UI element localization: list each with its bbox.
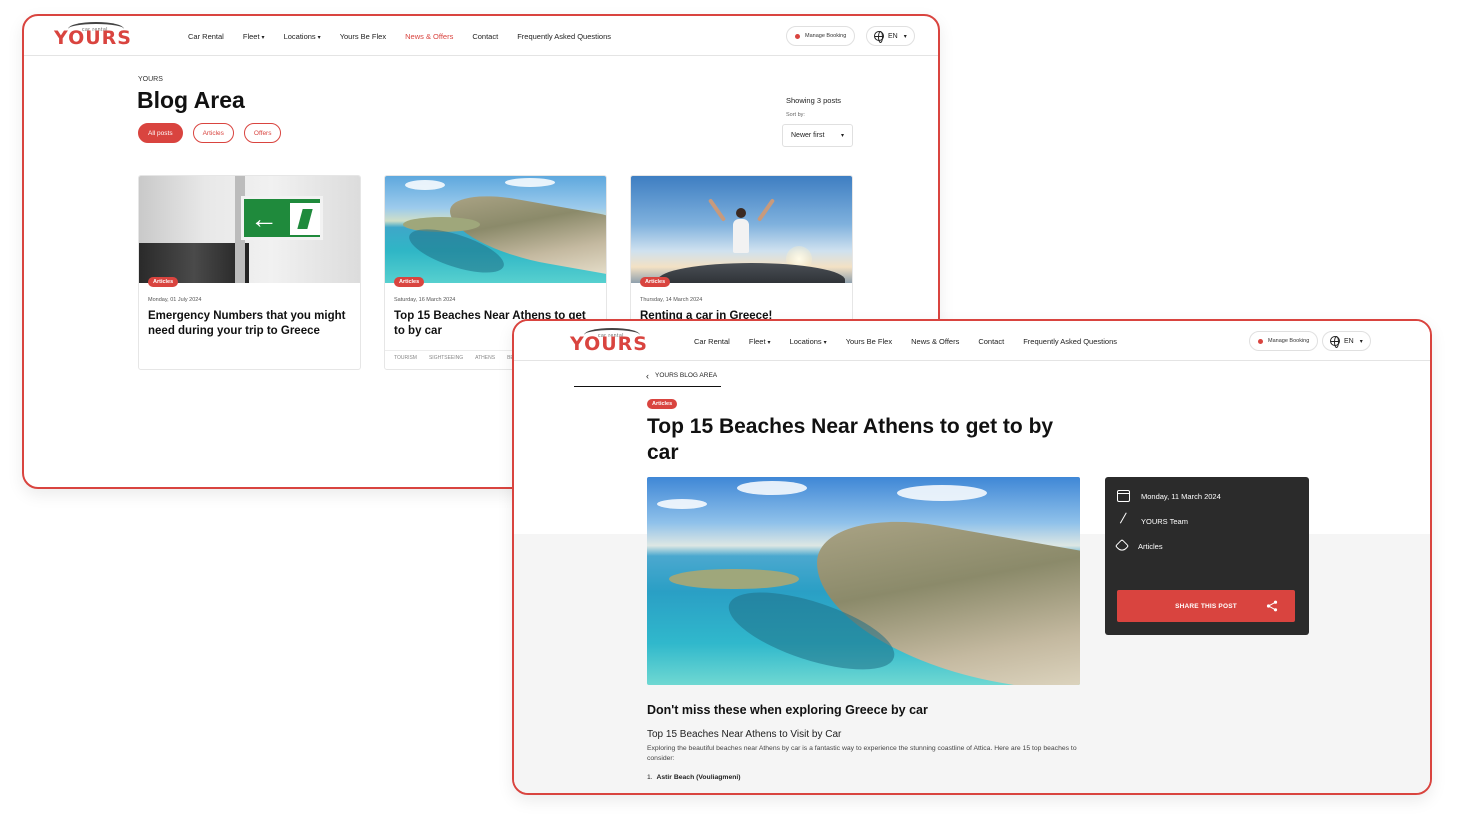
- article-hero-image: [647, 477, 1080, 685]
- card-image: [385, 176, 606, 283]
- filter-all-posts[interactable]: All posts: [138, 123, 183, 143]
- meta-category: Articles: [1114, 538, 1163, 554]
- logo-wordmark: YOURS: [570, 333, 648, 355]
- nav-contact[interactable]: Contact: [978, 337, 1004, 346]
- card-image: ←: [139, 176, 360, 283]
- category-badge: Articles: [640, 277, 671, 287]
- filter-articles[interactable]: Articles: [192, 123, 234, 143]
- meta-author: YOURS Team: [1117, 512, 1188, 530]
- nav-faq[interactable]: Frequently Asked Questions: [517, 32, 611, 41]
- manage-booking-label: Manage Booking: [1268, 338, 1310, 344]
- nav-yours-be-flex[interactable]: Yours Be Flex: [846, 337, 892, 346]
- chevron-down-icon: ▾: [261, 35, 265, 41]
- tag[interactable]: TOURISM: [394, 355, 417, 361]
- chevron-down-icon: ▾: [840, 133, 844, 139]
- globe-icon: [1330, 336, 1340, 348]
- filter-pills: All posts Articles Offers: [138, 123, 282, 143]
- stage: car rental YOURS Car Rental Fleet ▾ Locat…: [0, 0, 1469, 823]
- main-nav: Car Rental Fleet ▾ Locations ▾ Yours Be Fl…: [694, 337, 1117, 346]
- pen-icon: [1119, 512, 1138, 530]
- nav-car-rental[interactable]: Car Rental: [694, 337, 730, 346]
- manage-booking-label: Manage Booking: [805, 33, 847, 39]
- article-title: Top 15 Beaches Near Athens to get to by …: [647, 415, 1054, 464]
- exit-sign-graphic: ←: [241, 196, 323, 240]
- globe-icon: [874, 31, 884, 43]
- meta-date: Monday, 11 March 2024: [1117, 490, 1221, 502]
- nav-news-offers[interactable]: News & Offers: [911, 337, 959, 346]
- nav-locations[interactable]: Locations ▾: [284, 32, 321, 41]
- posts-count: Showing 3 posts: [786, 96, 842, 105]
- chevron-down-icon: ▾: [903, 33, 907, 40]
- filter-offers[interactable]: Offers: [243, 123, 282, 143]
- share-icon: [1266, 600, 1278, 612]
- section-heading: Don't miss these when exploring Greece b…: [647, 703, 928, 717]
- chevron-down-icon: ▾: [1359, 338, 1363, 345]
- nav-car-rental[interactable]: Car Rental: [188, 32, 224, 41]
- language-label: EN: [1344, 337, 1354, 345]
- share-label: SHARE THIS POST: [1175, 602, 1237, 610]
- nav-news-offers[interactable]: News & Offers: [405, 32, 453, 41]
- chevron-down-icon: ▾: [767, 340, 771, 346]
- logo-wordmark: YOURS: [54, 27, 132, 49]
- back-to-blog-link[interactable]: ‹ YOURS BLOG AREA: [574, 365, 721, 387]
- list-item: 1. Astir Beach (Vouliagmeni): [647, 774, 741, 781]
- blog-card[interactable]: ← Articles Monday, 01 July 2024 Emergenc…: [138, 175, 361, 370]
- nav-yours-be-flex[interactable]: Yours Be Flex: [340, 32, 386, 41]
- nav-contact[interactable]: Contact: [472, 32, 498, 41]
- card-date: Saturday, 16 March 2024: [394, 297, 456, 303]
- share-post-button[interactable]: SHARE THIS POST: [1117, 590, 1295, 622]
- article-window: car rental YOURS Car Rental Fleet ▾ Locat…: [512, 319, 1432, 795]
- calendar-icon: [1117, 490, 1130, 502]
- page-eyebrow: YOURS: [138, 76, 163, 83]
- site-header: car rental YOURS Car Rental Fleet ▾ Locat…: [514, 321, 1430, 361]
- back-link-label: YOURS BLOG AREA: [655, 372, 718, 379]
- tag[interactable]: ATHENS: [475, 355, 495, 361]
- nav-fleet[interactable]: Fleet ▾: [749, 337, 771, 346]
- sort-select[interactable]: Newer first ▾: [782, 124, 853, 147]
- brand-logo[interactable]: car rental YOURS: [52, 22, 131, 50]
- card-date: Thursday, 14 March 2024: [640, 297, 703, 303]
- manage-booking-button[interactable]: Manage Booking: [1249, 331, 1319, 351]
- main-nav: Car Rental Fleet ▾ Locations ▾ Yours Be Fl…: [188, 32, 611, 41]
- sort-label: Sort by:: [786, 112, 805, 118]
- nav-fleet[interactable]: Fleet ▾: [243, 32, 265, 41]
- card-tags: TOURISM SIGHTSEEING ATHENS BEA: [394, 355, 517, 361]
- card-title[interactable]: Emergency Numbers that you might need du…: [148, 309, 348, 338]
- nav-locations[interactable]: Locations ▾: [790, 337, 827, 346]
- status-dot: [795, 33, 800, 39]
- language-selector[interactable]: EN ▾: [866, 26, 915, 46]
- language-selector[interactable]: EN ▾: [1322, 331, 1371, 351]
- tag-icon: [1114, 538, 1130, 554]
- category-badge: Articles: [394, 277, 425, 287]
- card-image: [631, 176, 852, 283]
- chevron-down-icon: ▾: [823, 340, 827, 346]
- brand-logo[interactable]: car rental YOURS: [568, 328, 647, 356]
- status-dot: [1258, 338, 1263, 344]
- chevron-left-icon: ‹: [646, 370, 649, 381]
- article-meta-panel: Monday, 11 March 2024 YOURS Team Article…: [1105, 477, 1309, 635]
- chevron-down-icon: ▾: [317, 35, 321, 41]
- tag[interactable]: SIGHTSEEING: [429, 355, 463, 361]
- category-badge[interactable]: Articles: [647, 399, 678, 409]
- language-label: EN: [888, 32, 898, 40]
- card-date: Monday, 01 July 2024: [148, 297, 202, 303]
- manage-booking-button[interactable]: Manage Booking: [786, 26, 856, 46]
- category-badge: Articles: [148, 277, 179, 287]
- subsection-heading: Top 15 Beaches Near Athens to Visit by C…: [647, 729, 842, 740]
- sort-value: Newer first: [791, 132, 825, 139]
- site-header: car rental YOURS Car Rental Fleet ▾ Locat…: [24, 16, 938, 56]
- page-title: Blog Area: [137, 87, 245, 113]
- nav-faq[interactable]: Frequently Asked Questions: [1023, 337, 1117, 346]
- article-paragraph: Exploring the beautiful beaches near Ath…: [647, 745, 1077, 762]
